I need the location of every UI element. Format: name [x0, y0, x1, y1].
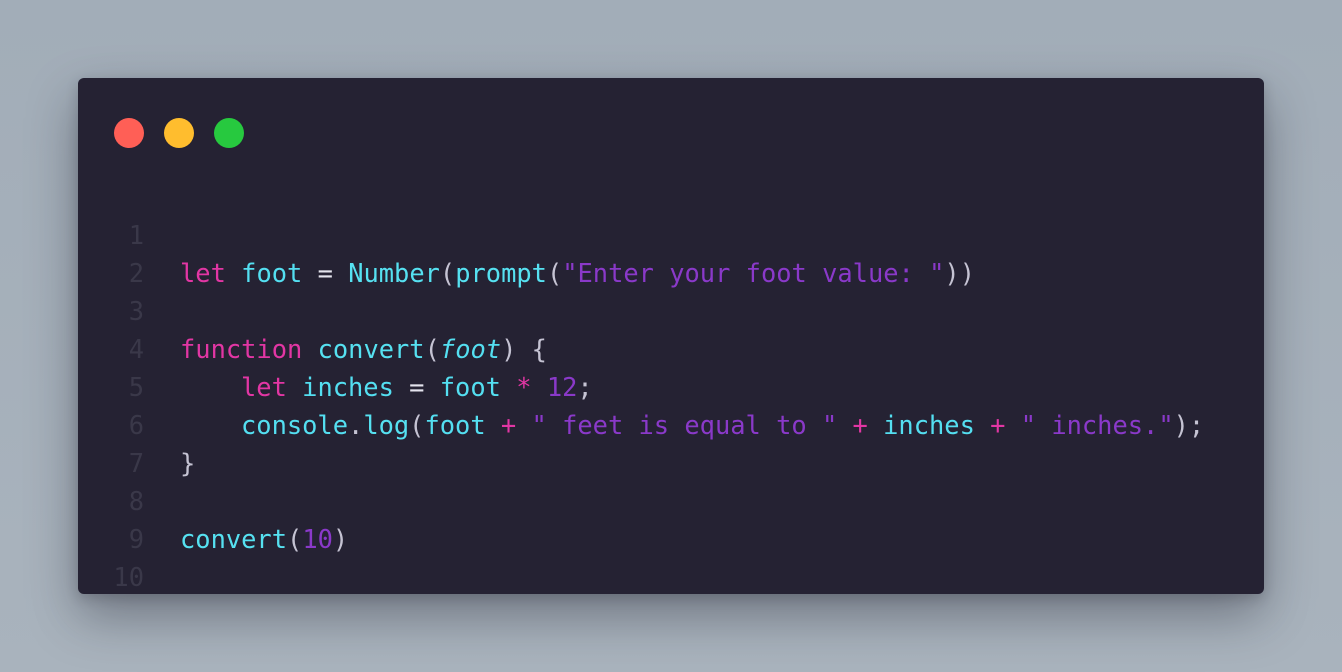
code-line: 4 let inches = foot * 12; [78, 292, 1264, 402]
code-line: 1 let foot = Number(prompt("Enter your f… [78, 178, 1264, 288]
code-line: 5 console.log(foot + " feet is equal to … [78, 330, 1264, 440]
code-editor[interactable]: 1 let foot = Number(prompt("Enter your f… [78, 178, 1264, 592]
code-window: 1 let foot = Number(prompt("Enter your f… [78, 78, 1264, 594]
minimize-button[interactable] [164, 118, 194, 148]
code-line: 2 [78, 216, 1264, 288]
code-line: 10 [78, 520, 1264, 592]
code-line: 7 [78, 406, 1264, 478]
window-controls [114, 118, 244, 148]
maximize-button[interactable] [214, 118, 244, 148]
close-button[interactable] [114, 118, 144, 148]
code-line: 3 function convert(foot) { [78, 254, 1264, 364]
line-number: 10 [113, 562, 144, 592]
code-line: 9 [78, 482, 1264, 554]
code-line: 6 } [78, 368, 1264, 478]
code-line: 8 convert(10) [78, 444, 1264, 554]
